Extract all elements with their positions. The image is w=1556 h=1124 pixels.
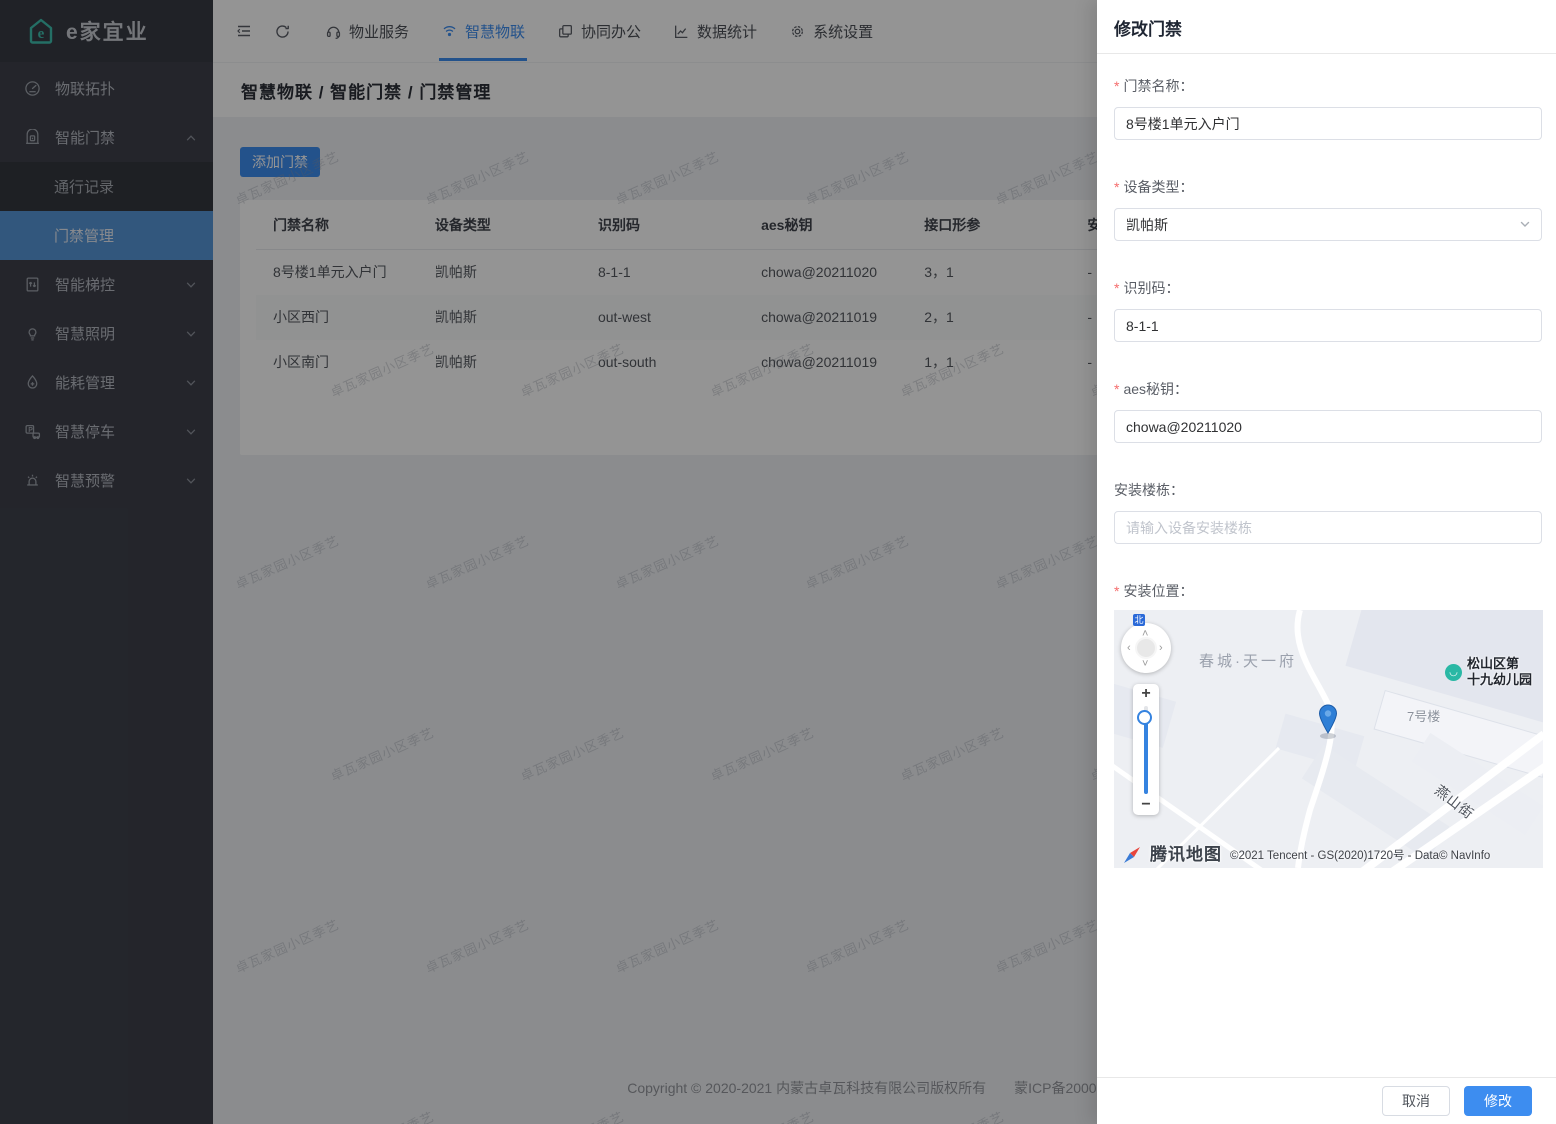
map-kindergarten-label: ◡ 松山区第 十九幼儿园 xyxy=(1445,656,1532,688)
zoom-out-button[interactable]: − xyxy=(1133,796,1159,814)
required-star: * xyxy=(1114,179,1119,195)
map-canvas xyxy=(1114,610,1543,868)
aes-key-input[interactable] xyxy=(1114,410,1542,443)
required-star: * xyxy=(1114,78,1119,94)
map-pan-control[interactable]: ˄ ˅ ‹ › xyxy=(1121,623,1171,673)
location-map[interactable]: 春城·天一府 ◡ 松山区第 十九幼儿园 7号楼 燕山街 北 xyxy=(1114,610,1543,868)
chevron-down-icon xyxy=(1519,217,1531,235)
building-label: 安装楼栋： xyxy=(1114,482,1184,498)
zoom-slider-handle[interactable] xyxy=(1137,710,1152,725)
access-name-input[interactable] xyxy=(1114,107,1542,140)
pan-left-icon[interactable]: ‹ xyxy=(1127,643,1131,653)
tencent-map-logo-text: 腾讯地图 xyxy=(1150,840,1222,865)
identifier-label: 识别码： xyxy=(1123,280,1179,296)
edit-access-drawer: 修改门禁 *门禁名称： *设备类型： *识别码： xyxy=(1097,0,1556,1124)
app-root: e e家宜业 物联拓扑智能门禁通行记录门禁管理智能梯控智慧照明能耗管理P智慧停车… xyxy=(0,0,1556,1124)
map-pin[interactable] xyxy=(1318,704,1338,734)
location-label: 安装位置： xyxy=(1123,583,1193,599)
aes-key-label: aes秘钥： xyxy=(1123,381,1188,397)
device-type-value[interactable] xyxy=(1114,208,1542,241)
field-identifier: *识别码： xyxy=(1114,278,1542,342)
field-aes-key: *aes秘钥： xyxy=(1114,379,1542,443)
map-building7-label: 7号楼 xyxy=(1407,706,1440,725)
map-zoom-control: + − xyxy=(1133,684,1159,815)
drawer-body: *门禁名称： *设备类型： *识别码： *aes秘钥： xyxy=(1097,54,1556,1077)
cancel-button[interactable]: 取消 xyxy=(1382,1086,1450,1116)
device-type-label: 设备类型： xyxy=(1123,179,1193,195)
field-device-type: *设备类型： xyxy=(1114,177,1542,241)
field-access-name: *门禁名称： xyxy=(1114,76,1542,140)
map-area-label: 春城·天一府 xyxy=(1199,650,1297,671)
drawer-title: 修改门禁 xyxy=(1114,20,1182,39)
map-footer: 腾讯地图 ©2021 Tencent - GS(2020)1720号 - Dat… xyxy=(1122,840,1490,865)
pan-knob[interactable] xyxy=(1135,637,1157,659)
device-type-select[interactable] xyxy=(1114,208,1542,241)
kindergarten-icon: ◡ xyxy=(1445,664,1462,681)
map-attribution: ©2021 Tencent - GS(2020)1720号 - Data© Na… xyxy=(1230,847,1490,863)
required-star: * xyxy=(1114,381,1119,397)
tencent-map-logo-icon xyxy=(1122,845,1142,865)
zoom-in-button[interactable]: + xyxy=(1133,685,1159,703)
required-star: * xyxy=(1114,583,1119,599)
field-building: 安装楼栋： xyxy=(1114,480,1542,544)
drawer-header: 修改门禁 xyxy=(1097,0,1556,54)
access-name-label: 门禁名称： xyxy=(1123,78,1193,94)
pan-down-icon[interactable]: ˅ xyxy=(1142,659,1148,669)
submit-button[interactable]: 修改 xyxy=(1464,1086,1532,1116)
building-input[interactable] xyxy=(1114,511,1542,544)
drawer-footer: 取消 修改 xyxy=(1097,1077,1556,1124)
field-location: *安装位置： xyxy=(1114,581,1542,868)
required-star: * xyxy=(1114,280,1119,296)
identifier-input[interactable] xyxy=(1114,309,1542,342)
pan-right-icon[interactable]: › xyxy=(1159,643,1163,653)
north-badge: 北 xyxy=(1133,614,1145,626)
